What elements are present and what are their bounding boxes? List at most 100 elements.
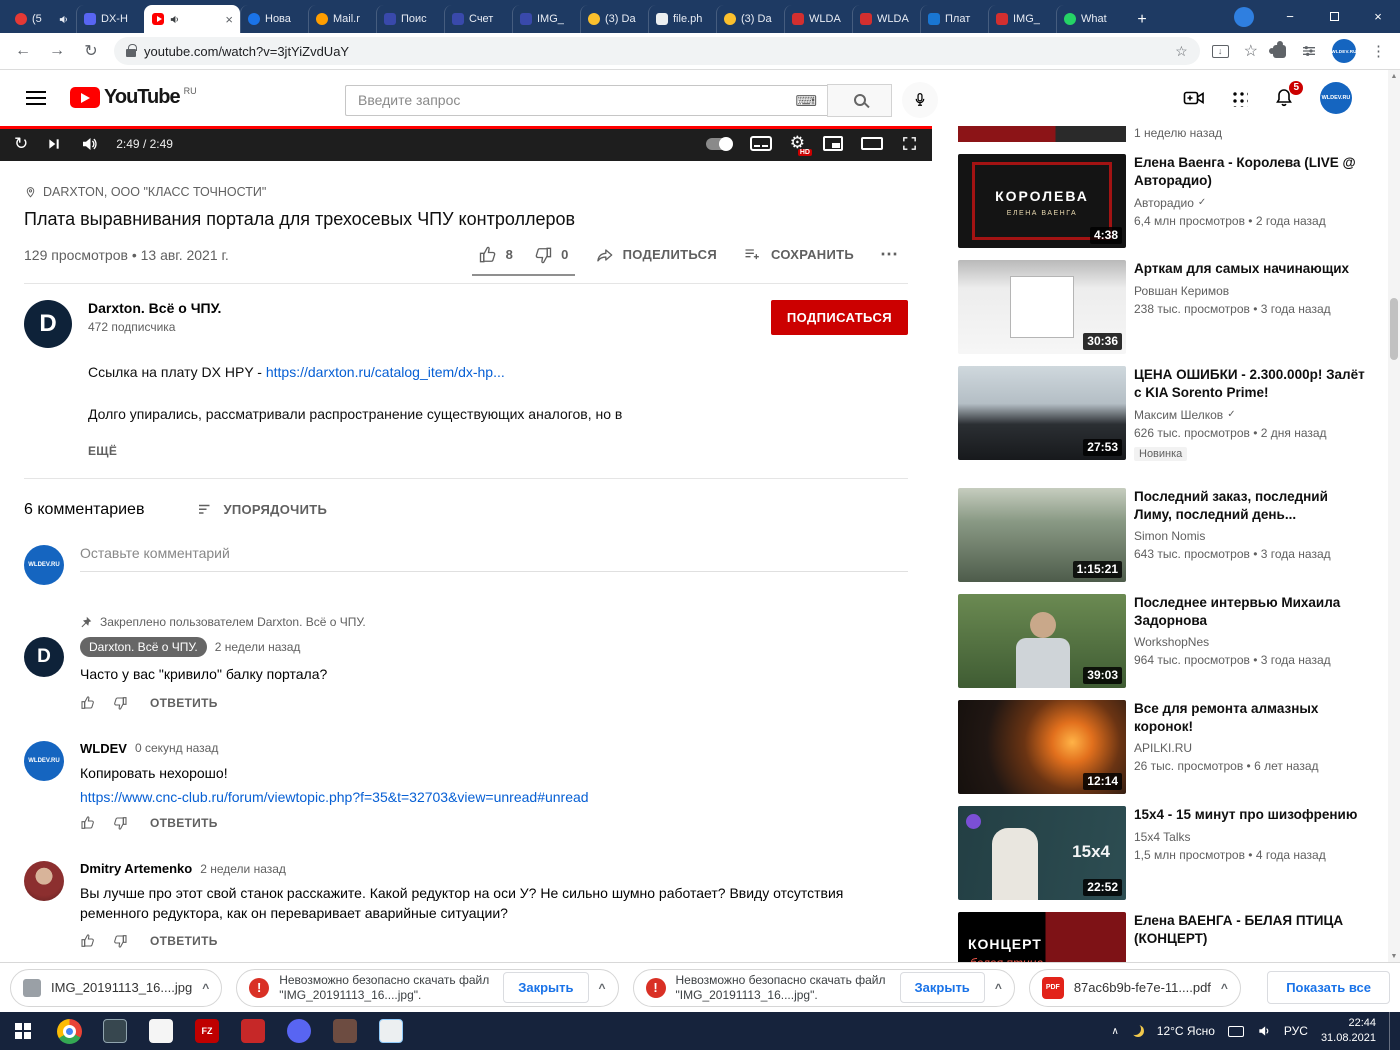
miniplayer-button[interactable] <box>823 136 843 151</box>
comment-author-badge[interactable]: Darxton. Всё о ЧПУ. <box>80 636 207 657</box>
channel-name[interactable]: Максим Шелков ✓ <box>1134 408 1366 422</box>
language-indicator[interactable]: РУС <box>1284 1024 1308 1038</box>
browser-tab[interactable]: WLDA <box>784 5 852 33</box>
download-warning-item[interactable]: ! Невозможно безопасно скачать файл "IMG… <box>236 968 619 1007</box>
window-maximize-button[interactable] <box>1312 0 1356 33</box>
video-thumbnail[interactable]: 39:03 <box>958 593 1126 688</box>
video-title[interactable]: Арткам для самых начинающих <box>1134 260 1349 278</box>
download-filename[interactable]: 87ac6b9b-fe7e-11....pdf <box>1074 980 1211 995</box>
comment-composer[interactable]: WLDEV.RU Оставьте комментарий <box>24 544 908 585</box>
account-avatar[interactable]: WLDEV.RU <box>1320 82 1352 114</box>
channel-avatar[interactable]: D <box>24 300 72 348</box>
scrollbar-thumb[interactable] <box>1390 298 1398 360</box>
reply-button[interactable]: ОТВЕТИТЬ <box>150 934 218 948</box>
video-title[interactable]: Елена Ваенга - Королева (LIVE @ Авторади… <box>1134 154 1366 190</box>
page-scrollbar[interactable]: ▲ ▼ <box>1388 70 1400 962</box>
start-button[interactable] <box>0 1012 46 1050</box>
network-icon[interactable] <box>1227 1025 1244 1037</box>
taskbar-app-button[interactable] <box>276 1012 322 1050</box>
related-video[interactable]: 27:53 ЦЕНА ОШИБКИ - 2.300.000р! Залёт с … <box>958 366 1384 462</box>
show-desktop-button[interactable] <box>1389 1012 1394 1050</box>
taskbar-chrome-button[interactable] <box>46 1012 92 1050</box>
window-minimize-button[interactable]: − <box>1268 0 1312 33</box>
taskbar-app-button[interactable] <box>322 1012 368 1050</box>
channel-name[interactable]: WorkshopNes <box>1134 635 1366 649</box>
taskbar-app-button[interactable] <box>368 1012 414 1050</box>
replay-button[interactable]: ↻ <box>14 135 28 152</box>
comment-dislike-icon[interactable] <box>112 695 128 711</box>
channel-name[interactable]: Ровшан Керимов <box>1134 284 1349 298</box>
theater-mode-button[interactable] <box>861 137 883 150</box>
comment-dislike-icon[interactable] <box>112 933 128 949</box>
comment-avatar[interactable] <box>24 861 64 902</box>
autoplay-toggle[interactable] <box>705 136 733 151</box>
channel-name[interactable]: Simon Nomis <box>1134 529 1366 543</box>
browser-tab-active-youtube[interactable]: × <box>144 5 240 33</box>
tab-audio-icon[interactable] <box>58 14 69 25</box>
taskbar-clock[interactable]: 22:44 31.08.2021 <box>1321 1016 1376 1046</box>
notifications-button[interactable]: 5 <box>1272 81 1303 110</box>
window-close-button[interactable]: × <box>1356 0 1400 33</box>
location-label[interactable]: DARXTON, ООО "КЛАСС ТОЧНОСТИ" <box>43 185 266 199</box>
sort-comments-button[interactable]: УПОРЯДОЧИТЬ <box>196 501 327 519</box>
dismiss-download-button[interactable]: Закрыть <box>503 972 589 1003</box>
video-title[interactable]: ЦЕНА ОШИБКИ - 2.300.000р! Залёт с KIA So… <box>1134 366 1366 402</box>
keyboard-icon[interactable]: ⌨ <box>795 92 817 110</box>
extensions-icon[interactable] <box>1269 40 1286 58</box>
browser-tab[interactable]: IMG_ <box>512 5 580 33</box>
subscribe-button[interactable]: ПОДПИСАТЬСЯ <box>770 300 908 335</box>
related-video[interactable]: 15x4 22:52 15х4 - 15 минут про шизофрени… <box>958 805 1384 900</box>
comment-avatar[interactable]: D <box>24 636 64 677</box>
show-more-button[interactable]: ЕЩЁ <box>88 443 708 460</box>
video-thumbnail[interactable]: 15x4 22:52 <box>958 805 1126 900</box>
create-video-icon[interactable] <box>1182 86 1206 110</box>
settings-button[interactable]: ⚙ HD <box>790 134 812 156</box>
hamburger-menu-icon[interactable] <box>26 91 46 105</box>
browser-profile-avatar[interactable]: WLDEV.RU <box>1331 39 1356 63</box>
comment-author[interactable]: Dmitry Artemenko <box>80 861 192 876</box>
next-button[interactable] <box>46 136 62 152</box>
forward-button[interactable]: → <box>46 42 68 60</box>
show-all-downloads-button[interactable]: Показать все <box>1267 971 1390 1004</box>
channel-name[interactable]: Darxton. Всё о ЧПУ. <box>88 300 221 316</box>
download-menu-chevron[interactable]: ^ <box>599 981 606 995</box>
browser-tab[interactable]: file.ph <box>648 5 716 33</box>
titlebar-profile-icon[interactable] <box>1234 6 1254 27</box>
channel-name[interactable]: 15x4 Talks <box>1134 830 1357 844</box>
like-button[interactable]: 8 <box>468 245 524 265</box>
video-thumbnail[interactable]: КОНЦЕРТ белая птица <box>958 911 1126 962</box>
related-video[interactable]: 1:15:21 Последний заказ, последний Лиму,… <box>958 487 1384 582</box>
video-title[interactable]: Последнее интервью Михаила Задорнова <box>1134 594 1366 630</box>
url-text[interactable]: youtube.com/watch?v=3jtYiZvdUaY <box>144 44 349 59</box>
voice-search-button[interactable] <box>902 82 938 118</box>
more-actions-icon[interactable]: ⋯ <box>870 244 908 265</box>
video-thumbnail[interactable]: КОРОЛЕВА ЕЛЕНА ВАЕНГА 4:38 <box>958 154 1126 248</box>
comment-time[interactable]: 2 недели назад <box>215 640 301 654</box>
address-bar[interactable]: youtube.com/watch?v=3jtYiZvdUaY ☆ <box>114 37 1200 65</box>
scroll-down-arrow[interactable]: ▼ <box>1391 950 1398 962</box>
download-warning-item[interactable]: ! Невозможно безопасно скачать файл "IMG… <box>632 968 1015 1007</box>
player-progress-bar[interactable] <box>0 126 932 129</box>
fullscreen-button[interactable] <box>901 135 918 152</box>
comment-time[interactable]: 2 недели назад <box>200 862 286 876</box>
video-title[interactable]: Елена ВАЕНГА - БЕЛАЯ ПТИЦА (КОНЦЕРТ) <box>1134 912 1366 948</box>
download-menu-chevron[interactable]: ^ <box>995 981 1002 995</box>
youtube-logo[interactable]: YouTube RU <box>70 86 197 109</box>
browser-tab[interactable]: Поис <box>376 5 444 33</box>
star-icon[interactable]: ☆ <box>1244 41 1258 61</box>
comment-link[interactable]: https://www.cnc-club.ru/forum/viewtopic.… <box>80 789 908 805</box>
download-menu-chevron[interactable]: ^ <box>202 981 209 995</box>
hidden-icons-chevron[interactable]: ∧ <box>1111 1026 1118 1037</box>
browser-tab[interactable]: Счет <box>444 5 512 33</box>
related-video[interactable]: 12:14 Все для ремонта алмазных коронок! … <box>958 699 1384 794</box>
related-video[interactable]: 30:36 Арткам для самых начинающих Ровшан… <box>958 260 1384 354</box>
comment-avatar[interactable]: WLDEV.RU <box>24 740 64 781</box>
browser-tab[interactable]: IMG_ <box>988 5 1056 33</box>
taskbar-app-button[interactable] <box>230 1012 276 1050</box>
download-item-pdf[interactable]: PDF 87ac6b9b-fe7e-11....pdf ^ <box>1028 968 1241 1007</box>
download-filename[interactable]: IMG_20191113_16....jpg <box>51 980 192 995</box>
comment-like-icon[interactable] <box>80 933 96 949</box>
comment-like-icon[interactable] <box>80 695 96 711</box>
browser-menu-icon[interactable]: ⋮ <box>1371 42 1386 60</box>
search-button[interactable] <box>827 83 892 117</box>
